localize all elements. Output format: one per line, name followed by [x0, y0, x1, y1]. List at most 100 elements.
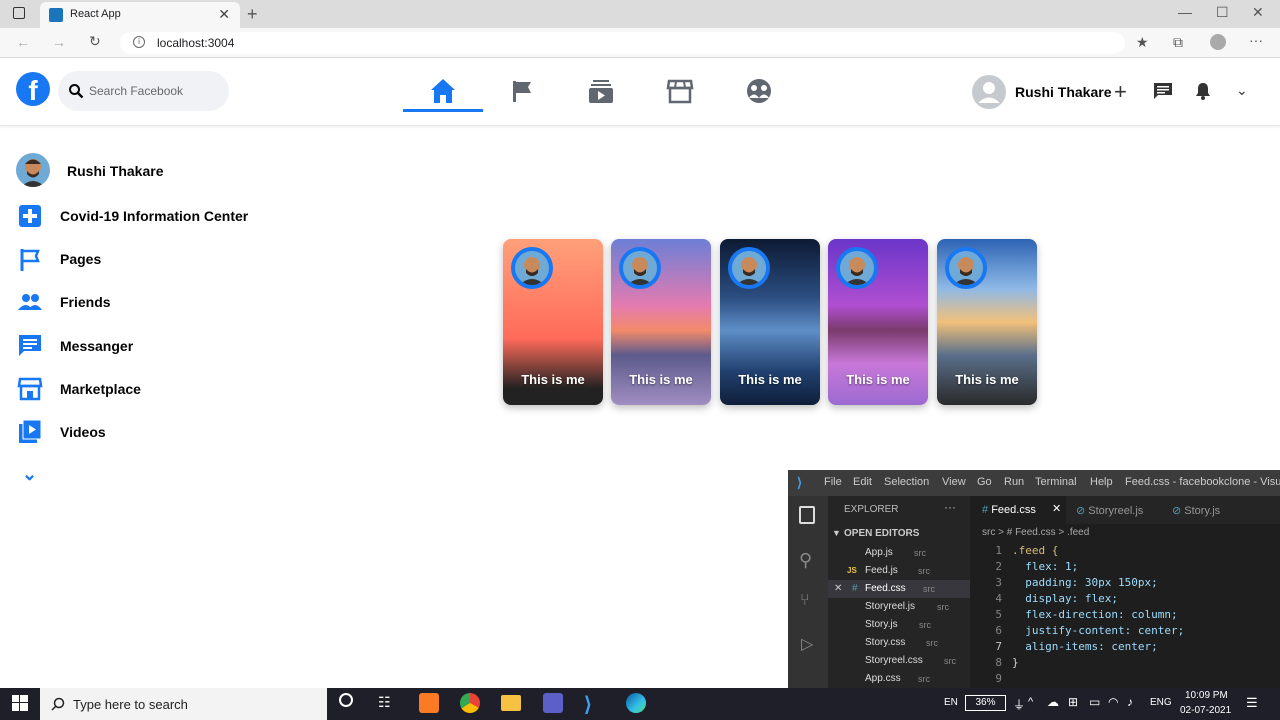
story-card[interactable]: This is me: [720, 239, 820, 405]
cloud-icon[interactable]: ☁: [1047, 695, 1059, 709]
menu-terminal[interactable]: Terminal: [1035, 476, 1077, 488]
groups-icon[interactable]: [742, 76, 776, 106]
tab-title: React App: [70, 8, 121, 20]
network-icon[interactable]: ⊞: [1068, 695, 1078, 709]
chevron-down-icon[interactable]: ▼: [832, 528, 841, 538]
story-card[interactable]: This is me: [611, 239, 711, 405]
file-name: Story.css: [865, 637, 906, 648]
see-more-chevron-icon[interactable]: ⌄: [22, 464, 37, 485]
create-icon[interactable]: +: [1114, 79, 1127, 105]
file-icon: ⊘: [1076, 505, 1089, 517]
story-card[interactable]: This is me: [937, 239, 1037, 405]
xampp-icon[interactable]: [419, 693, 439, 713]
more-icon[interactable]: ···: [1249, 32, 1263, 48]
tab-close-icon[interactable]: ✕: [218, 6, 230, 23]
open-editors-header[interactable]: OPEN EDITORS: [844, 528, 919, 539]
browser-tab-bar: React App ✕ + — ☐ ✕: [0, 0, 1280, 28]
taskbar-search-input[interactable]: Type here to search: [40, 688, 327, 720]
source-control-icon[interactable]: ⑂: [800, 592, 810, 610]
clock-date[interactable]: 02-07-2021: [1180, 705, 1231, 716]
new-tab-icon[interactable]: +: [247, 4, 258, 25]
watch-icon[interactable]: [584, 76, 618, 106]
flag-icon[interactable]: [505, 76, 539, 106]
file-item[interactable]: Storyreel.js src: [828, 598, 970, 616]
info-icon[interactable]: i: [133, 36, 145, 48]
browser-tab[interactable]: React App ✕: [40, 2, 240, 28]
chevron-down-icon[interactable]: ⌄: [1236, 82, 1248, 99]
menu-selection[interactable]: Selection: [884, 476, 929, 488]
file-item[interactable]: Story.js src: [828, 616, 970, 634]
messenger-icon[interactable]: [1153, 82, 1173, 100]
run-debug-icon[interactable]: ▷: [801, 634, 813, 654]
flag-icon: [20, 249, 40, 271]
code-line: align-items: center;: [1012, 640, 1158, 653]
breadcrumb: src > # Feed.css > .feed: [982, 527, 1090, 538]
code-line: justify-content: center;: [1012, 624, 1185, 637]
menu-run[interactable]: Run: [1004, 476, 1024, 488]
explorer-icon[interactable]: [799, 506, 815, 524]
menu-view[interactable]: View: [942, 476, 966, 488]
story-card[interactable]: This is me: [828, 239, 928, 405]
file-explorer-icon[interactable]: [501, 695, 521, 711]
home-icon[interactable]: [426, 76, 460, 106]
tab-feed-css[interactable]: # Feed.css ✕: [970, 496, 1066, 524]
teams-icon[interactable]: [543, 693, 563, 713]
menu-edit[interactable]: Edit: [853, 476, 872, 488]
story-caption: This is me: [738, 372, 802, 387]
tab-story-js[interactable]: ⊘ Story.js: [1162, 496, 1262, 524]
clock-time[interactable]: 10:09 PM: [1185, 690, 1228, 701]
story-card[interactable]: This is me: [503, 239, 603, 405]
marketplace-icon[interactable]: [663, 76, 697, 106]
wifi-icon[interactable]: ◠: [1108, 695, 1118, 709]
window-close-icon[interactable]: ✕: [1252, 4, 1264, 21]
sidebar-item-label: Friends: [60, 294, 111, 310]
task-view-icon[interactable]: ☷: [378, 694, 391, 711]
cortana-icon[interactable]: [339, 693, 353, 707]
menu-file[interactable]: File: [824, 476, 842, 488]
menu-help[interactable]: Help: [1090, 476, 1113, 488]
tab-label: Storyreel.js: [1088, 505, 1144, 517]
profile-icon[interactable]: [1210, 34, 1226, 50]
edge-icon[interactable]: [626, 693, 646, 713]
address-bar[interactable]: i localhost:3004: [120, 32, 1125, 54]
volume-icon[interactable]: ♪: [1127, 695, 1133, 709]
code-line: }: [1012, 656, 1019, 669]
file-item[interactable]: JS Feed.js src: [828, 562, 970, 580]
battery-indicator[interactable]: 36%: [965, 695, 1006, 711]
back-icon[interactable]: ←: [16, 34, 30, 50]
tab-actions-icon[interactable]: [13, 7, 25, 19]
notifications-icon[interactable]: [1194, 82, 1212, 100]
tab-label: Story.js: [1184, 505, 1221, 517]
favorites-icon[interactable]: ★: [1136, 34, 1149, 51]
file-item[interactable]: Story.css src: [828, 634, 970, 652]
minimize-icon[interactable]: —: [1178, 4, 1192, 20]
code-editor[interactable]: src > # Feed.css > .feed 1 2 3 4 5 6 7 8…: [970, 524, 1280, 688]
battery-icon[interactable]: ▭: [1089, 695, 1100, 709]
file-item[interactable]: App.css src: [828, 670, 970, 688]
file-item[interactable]: App.js src: [828, 544, 970, 562]
lang-indicator[interactable]: EN: [944, 697, 958, 708]
windows-start-icon[interactable]: [12, 695, 28, 711]
file-name: Feed.css: [865, 583, 906, 594]
more-actions-icon[interactable]: ···: [944, 500, 956, 514]
menu-go[interactable]: Go: [977, 476, 992, 488]
search-icon[interactable]: ⚲: [799, 550, 812, 571]
line-number: 1: [995, 544, 1002, 557]
tab-storyreel-js[interactable]: ⊘ Storyreel.js: [1066, 496, 1162, 524]
vscode-taskbar-icon[interactable]: ⟩: [584, 692, 592, 717]
story-caption: This is me: [629, 372, 693, 387]
chrome-icon[interactable]: [460, 693, 480, 713]
file-item-active[interactable]: ✕ # Feed.css src: [828, 580, 970, 598]
forward-icon[interactable]: →: [52, 34, 66, 50]
chevron-up-icon[interactable]: ^: [1028, 696, 1033, 708]
refresh-icon[interactable]: ↻: [89, 33, 101, 50]
notification-center-icon[interactable]: ☰: [1246, 695, 1258, 711]
maximize-icon[interactable]: ☐: [1216, 4, 1229, 21]
close-icon[interactable]: ✕: [834, 583, 842, 594]
input-lang-indicator[interactable]: ENG: [1150, 697, 1172, 708]
close-icon[interactable]: ✕: [1052, 502, 1061, 515]
file-item[interactable]: Storyreel.css src: [828, 652, 970, 670]
collections-icon[interactable]: ⧉: [1173, 34, 1183, 51]
search-input[interactable]: Search Facebook: [58, 71, 229, 111]
facebook-logo-icon[interactable]: f: [16, 72, 50, 106]
